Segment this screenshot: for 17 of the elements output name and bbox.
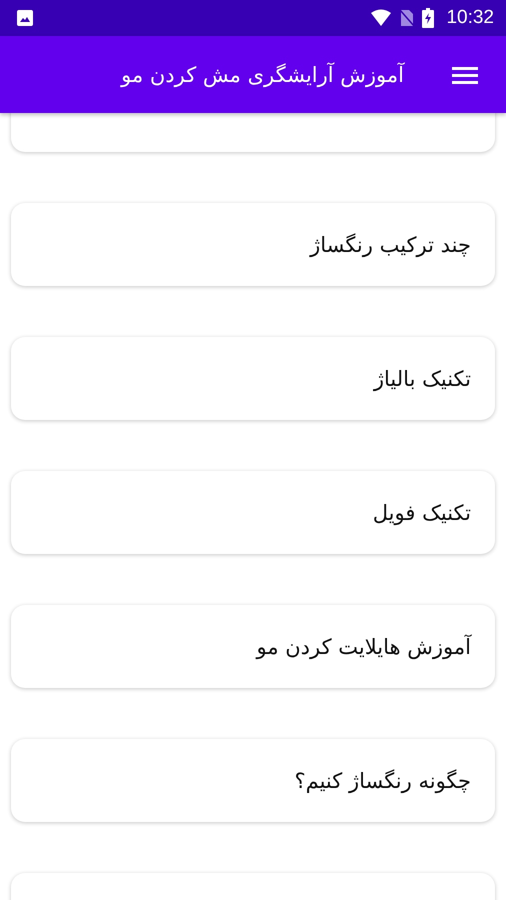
card-title: تکنیک فویل [372, 500, 471, 524]
list-card[interactable]: چند ترکیب رنگساژ [11, 203, 495, 286]
card-title: چگونه رنگساژ کنیم؟ [294, 768, 471, 792]
status-time: 10:32 [446, 7, 494, 29]
list-card[interactable]: تکنیک فویل [11, 471, 495, 554]
app-title: آموزش آرایشگری مش کردن مو [121, 62, 404, 86]
list-card[interactable]: چگونه رنگساژ کنیم؟ [11, 739, 495, 822]
card-title: تکنیک بالیاژ [374, 366, 471, 390]
list-card[interactable]: تکنیک بالیاژ [11, 337, 495, 420]
card-title: آموزش هایلایت کردن مو [256, 634, 471, 658]
image-icon [16, 9, 34, 27]
battery-charging-icon [422, 8, 434, 28]
wifi-icon [370, 9, 392, 27]
menu-icon [452, 64, 478, 84]
no-sim-icon [400, 9, 414, 27]
list-card[interactable]: آموزش هایلایت کردن مو [11, 605, 495, 688]
card-title: چند ترکیب رنگساژ [310, 232, 471, 256]
